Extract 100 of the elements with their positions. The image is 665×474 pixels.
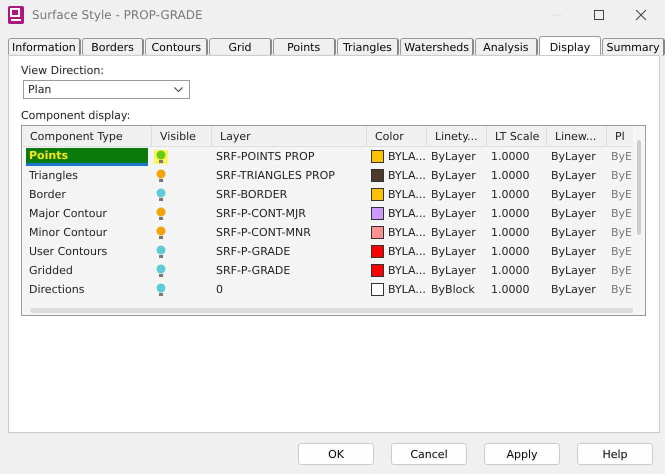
table-cell: 1.0000 [491, 245, 530, 258]
close-icon[interactable] [635, 9, 647, 21]
table-cell: ByLayer [551, 169, 596, 182]
light-bulb-icon[interactable] [156, 188, 166, 202]
table-cell: BYLA... [388, 169, 426, 182]
table-cell: ByLayer [551, 264, 596, 277]
component-type-cell[interactable]: Major Contour [26, 206, 110, 221]
table-cell: ByLayer [551, 188, 596, 201]
light-bulb-icon[interactable] [156, 264, 166, 278]
table-cell: SRF-P-CONT-MNR [216, 226, 311, 239]
color-swatch[interactable] [371, 245, 384, 258]
table-cell: ByBlock [431, 283, 475, 296]
table-cell: 1.0000 [491, 188, 530, 201]
table-cell: BYLA... [388, 283, 426, 296]
component-type-cell[interactable]: Border [26, 187, 69, 202]
color-swatch[interactable] [371, 169, 384, 182]
table-cell: SRF-P-GRADE [216, 245, 290, 258]
color-swatch[interactable] [371, 150, 384, 163]
table-cell: BYLA... [388, 245, 426, 258]
table-cell: 1.0000 [491, 264, 530, 277]
field-label: View Direction: [21, 64, 105, 77]
table-cell: BYLA... [388, 188, 426, 201]
horizontal-scrollbar[interactable] [30, 308, 633, 313]
component-type-cell[interactable]: Gridded [26, 263, 76, 278]
dialog-button[interactable]: Cancel [391, 443, 467, 465]
column-header[interactable]: Visible [152, 126, 212, 146]
table-cell: ByE [611, 283, 631, 296]
color-swatch[interactable] [371, 264, 384, 277]
section-label: Component display: [21, 109, 132, 122]
light-bulb-icon[interactable] [156, 206, 166, 220]
table-cell: 1.0000 [491, 207, 530, 220]
column-header[interactable]: LT Scale [487, 126, 547, 146]
table-cell: ByLayer [431, 188, 476, 201]
dialog-button[interactable]: Help [577, 443, 653, 465]
column-header[interactable]: Linew... [547, 126, 607, 146]
table-cell: ByLayer [431, 169, 476, 182]
component-type-cell[interactable]: Directions [26, 282, 88, 297]
tab[interactable]: Watersheds [400, 38, 474, 56]
table-cell: BYLA... [388, 264, 426, 277]
chevron-icon [174, 86, 183, 92]
component-type-cell[interactable]: Points [26, 148, 148, 166]
table-cell: ByLayer [551, 245, 596, 258]
table-cell: 1.0000 [491, 169, 530, 182]
tab[interactable]: Triangles [336, 38, 400, 56]
component-type-cell[interactable]: Minor Contour [26, 225, 110, 240]
color-swatch[interactable] [371, 188, 384, 201]
table-cell: SRF-POINTS PROP [216, 150, 314, 163]
table-cell: ByLayer [431, 207, 476, 220]
color-swatch[interactable] [371, 283, 384, 296]
table-cell: SRF-P-CONT-MJR [216, 207, 306, 220]
table-cell: 0 [216, 283, 223, 296]
maximize-icon[interactable] [593, 9, 605, 21]
dialog-button[interactable]: OK [298, 443, 374, 465]
light-bulb-icon[interactable] [156, 282, 166, 296]
table-cell: ByE [611, 207, 631, 220]
tab[interactable]: Contours [145, 38, 208, 56]
table-cell: BYLA... [388, 150, 426, 163]
component-type-cell[interactable]: User Contours [26, 244, 110, 259]
table-cell: ByLayer [431, 150, 476, 163]
table-cell: ByLayer [551, 150, 596, 163]
column-header[interactable]: Linety... [427, 126, 487, 146]
light-bulb-icon[interactable] [156, 226, 166, 240]
table-cell: ByE [611, 245, 631, 258]
table-cell: 1.0000 [491, 283, 530, 296]
table-cell: BYLA... [388, 226, 426, 239]
table-cell: ByLayer [431, 226, 476, 239]
column-header[interactable]: Layer [212, 126, 367, 146]
light-bulb-icon[interactable] [156, 168, 166, 182]
tab[interactable]: Points [272, 38, 336, 56]
tab[interactable]: Grid [209, 38, 272, 56]
app-logo-icon [8, 6, 24, 24]
table-cell: ByE [611, 264, 631, 277]
color-swatch[interactable] [371, 207, 384, 220]
tab[interactable]: Analysis [474, 38, 538, 56]
tab[interactable]: Summary [602, 38, 665, 56]
table-cell: ByLayer [431, 245, 476, 258]
table-cell: ByE [611, 188, 631, 201]
table-cell: ByE [611, 169, 631, 182]
table-cell: SRF-TRIANGLES PROP [216, 169, 335, 182]
table-cell: ByLayer [551, 226, 596, 239]
table-cell: SRF-BORDER [216, 188, 288, 201]
column-header[interactable]: Color [367, 126, 427, 146]
window-title: Surface Style - PROP-GRADE [32, 8, 204, 22]
tab[interactable]: Borders [82, 38, 144, 56]
component-type-cell[interactable]: Triangles [26, 168, 81, 183]
view-direction-dropdown[interactable]: Plan [23, 80, 190, 99]
tab[interactable]: Information [8, 38, 81, 56]
table-cell: ByLayer [431, 264, 476, 277]
tab[interactable]: Display [538, 36, 602, 57]
light-bulb-icon[interactable] [156, 150, 166, 164]
light-bulb-icon[interactable] [156, 244, 166, 258]
table-cell: BYLA... [388, 207, 426, 220]
vertical-scrollbar[interactable] [637, 140, 641, 235]
table-cell: ByLayer [551, 207, 596, 220]
column-header[interactable]: Pl [607, 126, 631, 146]
table-cell: ByLayer [551, 283, 596, 296]
dialog-button[interactable]: Apply [484, 443, 560, 465]
table-cell: 1.0000 [491, 150, 530, 163]
column-header[interactable]: Component Type [22, 126, 152, 146]
color-swatch[interactable] [371, 226, 384, 239]
